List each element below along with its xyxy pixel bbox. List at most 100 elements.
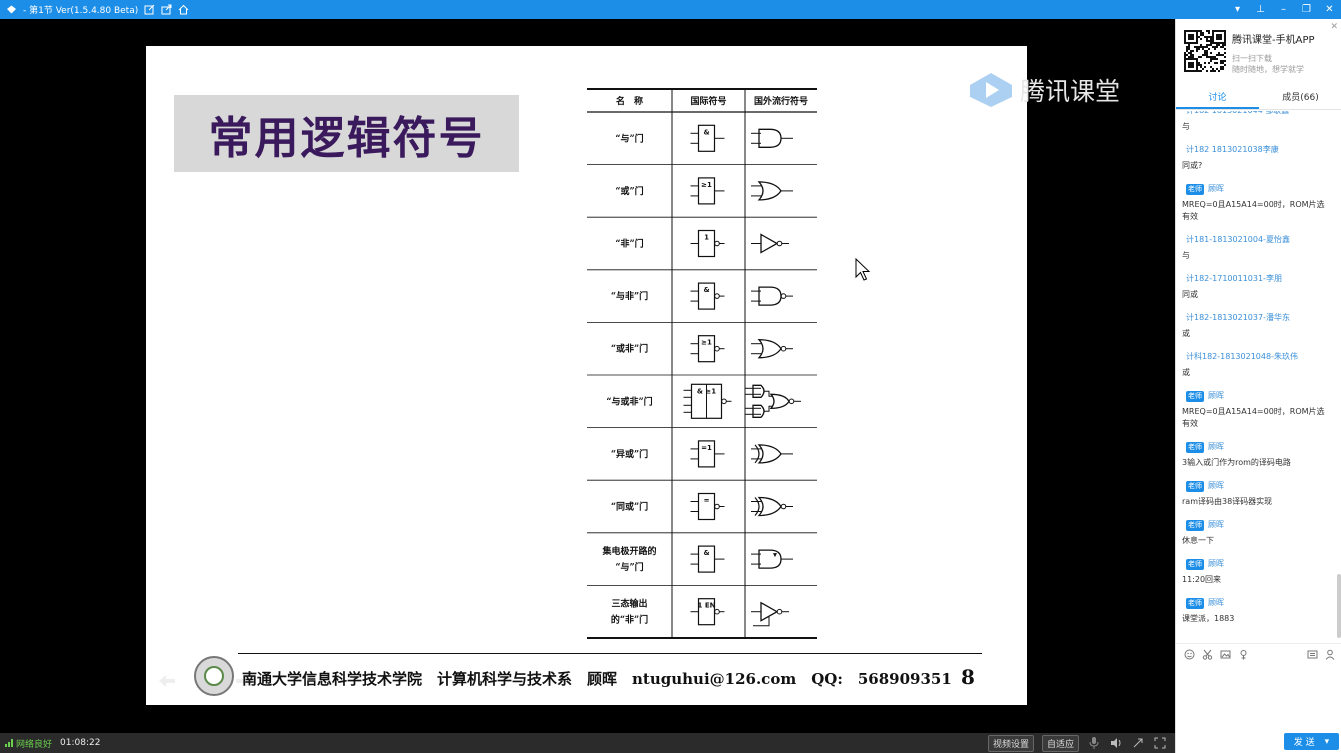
chat-message-text: 与 — [1182, 251, 1190, 260]
gate-name: “同或”门 — [611, 501, 648, 513]
person-icon[interactable] — [1324, 649, 1336, 661]
minimize-icon[interactable]: – — [1272, 0, 1295, 19]
foreign-gate-shape — [758, 128, 782, 148]
qr-code — [1184, 30, 1226, 72]
video-area[interactable]: 常用逻辑符号 名 称 国际符号 国外流行符号 “与”门 & “或”门 ≥1 “非”门 1 “与非”… — [0, 19, 1175, 733]
chat-message-text: 或 — [1182, 368, 1190, 377]
chat-sender[interactable]: 计科182-1813021048-朱玖伟 — [1182, 349, 1332, 365]
chat-sender[interactable]: 老师 顾晖 — [1182, 181, 1332, 197]
chat-message: 老师 顾晖 11:20回来 — [1176, 556, 1336, 595]
side-panel: 腾讯课堂-手机APP 扫一扫下载 随时随地，想学就学 ✕ 讨论 成员(66) 计… — [1175, 19, 1341, 753]
chat-sender[interactable]: 计181-1813021004-夏怡鑫 — [1182, 232, 1332, 248]
foreign-gate-shape — [757, 444, 782, 464]
chat-sender[interactable]: 老师 顾晖 — [1182, 517, 1332, 533]
pin-icon[interactable]: ⊥ — [1249, 0, 1272, 19]
foreign-gate-shape — [760, 233, 779, 254]
image-icon[interactable] — [1219, 649, 1231, 661]
close-icon[interactable]: ✕ — [1318, 0, 1341, 19]
scissors-icon[interactable] — [1201, 649, 1213, 661]
home-icon[interactable] — [178, 4, 189, 15]
chat-input[interactable] — [1176, 666, 1341, 731]
app-download-slogan: 随时随地，想学就学 — [1232, 65, 1304, 74]
chat-message-text: ram译码由38译码器实现 — [1182, 497, 1273, 506]
tab-members[interactable]: 成员(66) — [1259, 88, 1341, 109]
network-status-text: 网络良好 — [16, 739, 53, 750]
send-button-label: 发 送 — [1293, 738, 1315, 748]
teacher-badge: 老师 — [1186, 480, 1204, 492]
foreign-inversion-bubble — [776, 240, 783, 247]
table-header: 名 称 — [616, 95, 643, 107]
close-banner-icon[interactable]: ✕ — [1330, 22, 1338, 32]
chat-sender[interactable]: 老师 顾晖 — [1182, 439, 1332, 455]
chat-message: 老师 顾晖 3输入或门作为rom的译码电路 — [1176, 439, 1336, 478]
prev-slide-icon[interactable] — [157, 674, 177, 688]
gate-name: “与”门 — [615, 561, 643, 573]
chat-sender-name: 顾晖 — [1208, 598, 1224, 607]
play-logo-icon — [970, 73, 1012, 107]
chat-sender-name: 计182 1813021044 邹耿鑫 — [1186, 111, 1289, 119]
teacher-badge: 老师 — [1186, 441, 1204, 453]
chat-sender[interactable]: 计182-1710011031-李朋 — [1182, 271, 1332, 287]
intl-symbol-label: & — [703, 286, 709, 294]
video-settings-button[interactable]: 视频设置 — [987, 734, 1034, 752]
intl-symbol-label: & ≥1 — [697, 387, 716, 395]
chat-message-text: MREQ=0且A15A14=00时，ROM片选有效 — [1182, 407, 1325, 428]
chat-sender-name: 顾晖 — [1208, 520, 1224, 529]
chat-sender[interactable]: 计182-1813021037-潘华东 — [1182, 310, 1332, 326]
send-button[interactable]: 发 送 ▾ — [1284, 733, 1339, 750]
chat-message: 老师 顾晖休息一下 — [1176, 517, 1336, 556]
chat-message-text: 同或 — [1182, 290, 1198, 299]
adaptive-button[interactable]: 自适应 — [1041, 734, 1079, 752]
foreign-inversion-bubble — [780, 293, 787, 299]
edit-icon[interactable] — [144, 4, 155, 15]
chat-message: 老师 顾晖 MREQ=0且A15A14=00时，ROM片选有效 — [1176, 181, 1336, 232]
chat-messages[interactable]: 计182 1813021044 邹耿鑫与计182 1813021038李康同或?… — [1176, 111, 1336, 638]
microphone-icon[interactable] — [1087, 736, 1101, 750]
mouse-cursor-icon — [855, 258, 871, 281]
chat-sender[interactable]: 计182 1813021038李康 — [1182, 142, 1332, 158]
tab-discussion[interactable]: 讨论 — [1176, 88, 1259, 109]
emoji-icon[interactable] — [1183, 649, 1195, 661]
gate-name: “异或”门 — [611, 448, 648, 460]
pip-icon[interactable] — [1131, 736, 1145, 750]
share-icon[interactable] — [161, 4, 172, 15]
table-header: 国外流行符号 — [754, 95, 808, 107]
chat-message-text: 休息一下 — [1182, 536, 1214, 545]
chat-message-text: 课堂派，1883 — [1182, 614, 1235, 623]
fullscreen-icon[interactable] — [1153, 736, 1167, 750]
gate-name: “与”门 — [615, 132, 643, 144]
flower-icon[interactable] — [1237, 649, 1249, 661]
chat-message-text: 3输入或门作为rom的译码电路 — [1182, 458, 1291, 467]
signal-icon — [5, 739, 13, 747]
status-bar: 网络良好 01:08:22 视频设置 自适应 — [0, 733, 1175, 753]
chat-sender[interactable]: 老师 顾晖 — [1182, 595, 1332, 611]
speaker-icon[interactable] — [1109, 736, 1123, 750]
chat-sender[interactable]: 老师 顾晖 — [1182, 388, 1332, 404]
footer-divider — [238, 653, 982, 654]
xor-curve — [754, 497, 760, 516]
menu-dropdown-icon[interactable]: ▾ — [1226, 0, 1249, 19]
chat-sender[interactable]: 老师 顾晖 — [1182, 478, 1332, 494]
inversion-bubble — [714, 240, 720, 247]
intl-symbol-label: & — [703, 549, 709, 557]
chat-message-text: MREQ=0且A15A14=00时，ROM片选有效 — [1182, 200, 1325, 221]
card-icon[interactable] — [1306, 649, 1318, 661]
teacher-badge: 老师 — [1186, 519, 1204, 531]
inversion-bubble — [714, 345, 720, 352]
table-header: 国际符号 — [690, 95, 726, 107]
intl-symbol-label: ≥1 — [701, 339, 712, 347]
send-options-icon[interactable]: ▾ — [1325, 737, 1330, 747]
chat-sender[interactable]: 老师 顾晖 — [1182, 556, 1332, 572]
chat-sender[interactable]: 计182 1813021044 邹耿鑫 — [1182, 111, 1332, 119]
chat-message-text: 11:20回来 — [1182, 575, 1222, 584]
chat-scrollbar[interactable] — [1337, 574, 1341, 638]
restore-icon[interactable]: ❐ — [1295, 0, 1318, 19]
foreign-inversion-bubble — [776, 608, 783, 615]
university-logo — [194, 656, 234, 696]
foreign-gate-shape — [758, 549, 782, 569]
panel-tabs: 讨论 成员(66) — [1176, 88, 1341, 110]
intl-symbol-label: 1 EN — [698, 602, 716, 610]
watermark-text: 腾讯课堂 — [1020, 77, 1121, 106]
intl-symbol-label: = — [704, 497, 710, 505]
foreign-inversion-bubble — [788, 398, 795, 405]
